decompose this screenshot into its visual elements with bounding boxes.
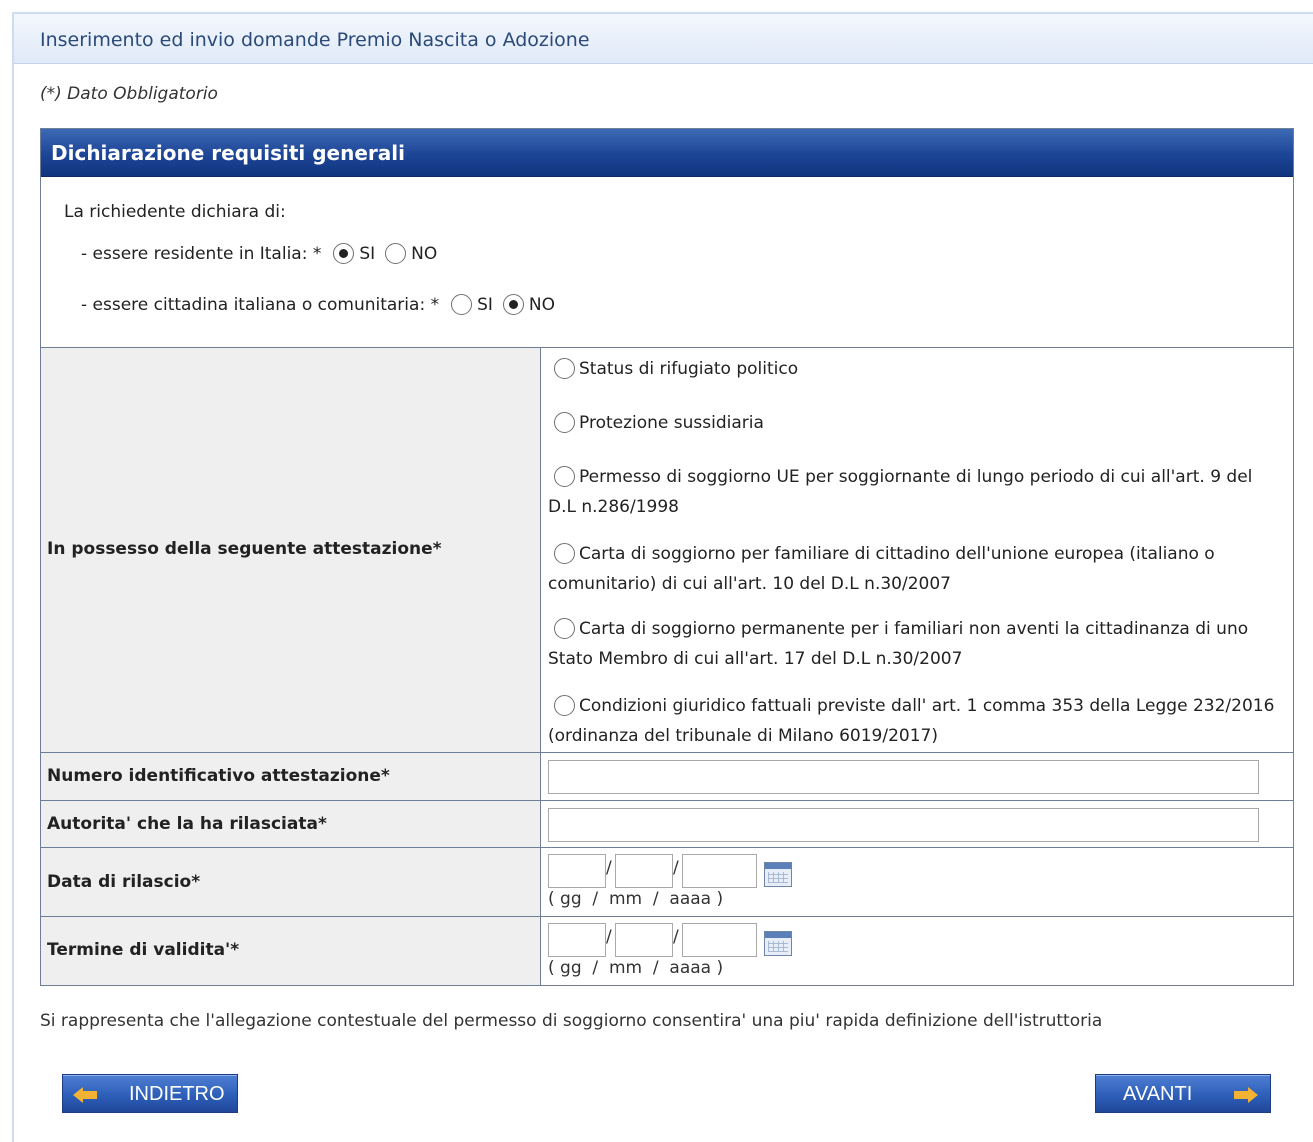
termine-month-input[interactable] [615,923,673,957]
date-format-hint: ( gg / mm / aaaa ) [548,889,724,909]
autorita-label-cell: Autorita' che la ha rilasciata* [41,801,541,847]
cittadina-question: - essere cittadina italiana o comunitari… [81,294,440,315]
page-title: Inserimento ed invio domande Premio Nasc… [40,29,590,51]
attestazione-radio[interactable] [554,466,575,487]
date-separator: / [673,927,679,947]
calendar-icon[interactable] [764,931,792,956]
attestazione-option-label: Carta di soggiorno per familiare di citt… [548,544,1215,594]
termine-label: Termine di validita'* [47,940,240,960]
numero-input[interactable] [548,760,1259,794]
attestazione-option-label: Permesso di soggiorno UE per soggiornant… [548,467,1253,517]
arrow-right-icon [1234,1087,1258,1103]
attestazione-radio[interactable] [554,358,575,379]
cittadina-si-label: SI [477,294,493,315]
cittadina-si-option[interactable]: SI [451,294,493,315]
data-rilascio-label: Data di rilascio* [47,872,201,892]
attestazione-option-label: Status di rifugiato politico [579,359,799,379]
numero-label: Numero identificativo attestazione* [47,766,390,786]
calendar-icon[interactable] [764,862,792,887]
declaration-block: La richiedente dichiara di: - essere res… [41,177,1293,348]
required-note: (*) Dato Obbligatorio [40,84,218,104]
residente-no-option[interactable]: NO [385,243,437,264]
data-rilascio-label-cell: Data di rilascio* [41,848,541,916]
cittadina-si-radio[interactable] [451,294,473,315]
autorita-input[interactable] [548,808,1259,842]
attestazione-option[interactable]: Protezione sussidiaria [548,408,1285,438]
data-rilascio-year-input[interactable] [682,854,757,888]
numero-label-cell: Numero identificativo attestazione* [41,753,541,800]
date-separator: / [673,858,679,878]
cittadina-no-radio[interactable] [502,294,524,315]
cittadina-no-option[interactable]: NO [502,294,555,315]
arrow-left-icon [73,1087,97,1103]
attestazione-row: In possesso della seguente attestazione*… [41,348,1293,753]
data-rilascio-month-input[interactable] [615,854,673,888]
section-header: Dichiarazione requisiti generali [41,129,1293,177]
attestazione-label: In possesso della seguente attestazione* [47,539,442,559]
residente-si-radio[interactable] [333,243,355,264]
page-header: Inserimento ed invio domande Premio Nasc… [14,14,1313,64]
termine-label-cell: Termine di validita'* [41,917,541,985]
attestazione-option[interactable]: Permesso di soggiorno UE per soggiornant… [548,462,1285,522]
next-button-label: AVANTI [1123,1083,1193,1105]
attestazione-label-cell: In possesso della seguente attestazione* [41,348,541,752]
back-button-label: INDIETRO [129,1083,225,1105]
residente-no-label: NO [411,243,438,264]
autorita-row: Autorita' che la ha rilasciata* [41,801,1293,848]
termine-value-cell: / / ( gg / mm / aaaa ) [542,917,1293,985]
attestazione-radio[interactable] [554,618,575,639]
attestazione-option-label: Protezione sussidiaria [579,413,764,433]
back-button[interactable]: INDIETRO [62,1074,238,1113]
date-format-hint: ( gg / mm / aaaa ) [548,958,724,978]
attestazione-option-label: Condizioni giuridico fattuali previste d… [548,696,1275,746]
numero-row: Numero identificativo attestazione* [41,753,1293,801]
attestazione-radio[interactable] [554,695,575,716]
attestazione-option[interactable]: Carta di soggiorno permanente per i fami… [548,614,1285,674]
data-rilascio-value-cell: / / ( gg / mm / aaaa ) [542,848,1293,916]
termine-row: Termine di validita'* / / ( gg / mm / aa… [41,917,1293,985]
residente-row: - essere residente in Italia: * SI NO [81,243,447,264]
residente-si-option[interactable]: SI [333,243,375,264]
attestazione-option[interactable]: Carta di soggiorno per familiare di citt… [548,539,1285,599]
attestazione-radio[interactable] [554,543,575,564]
attestazione-option[interactable]: Status di rifugiato politico [548,354,1285,384]
residente-question: - essere residente in Italia: * [81,243,322,264]
numero-value-cell [542,753,1293,800]
termine-year-input[interactable] [682,923,757,957]
termine-day-input[interactable] [548,923,606,957]
residente-no-radio[interactable] [385,243,407,264]
declaration-intro: La richiedente dichiara di: [64,202,286,222]
data-rilascio-day-input[interactable] [548,854,606,888]
attestazione-radio[interactable] [554,412,575,433]
date-separator: / [606,858,612,878]
autorita-value-cell [542,801,1293,847]
attestazione-option[interactable]: Condizioni giuridico fattuali previste d… [548,691,1285,751]
date-separator: / [606,927,612,947]
attestazione-options: Status di rifugiato politico Protezione … [542,348,1293,752]
attestazione-option-label: Carta di soggiorno permanente per i fami… [548,619,1249,669]
requisiti-section: Dichiarazione requisiti generali La rich… [40,128,1294,986]
cittadina-no-label: NO [528,294,555,315]
cittadina-row: - essere cittadina italiana o comunitari… [81,294,565,315]
section-title: Dichiarazione requisiti generali [51,141,405,165]
residente-si-label: SI [359,243,376,264]
footnote: Si rappresenta che l'allegazione contest… [40,1011,1103,1031]
autorita-label: Autorita' che la ha rilasciata* [47,814,327,834]
next-button[interactable]: AVANTI [1095,1074,1271,1113]
data-rilascio-row: Data di rilascio* / / ( gg / mm / aaaa ) [41,848,1293,917]
